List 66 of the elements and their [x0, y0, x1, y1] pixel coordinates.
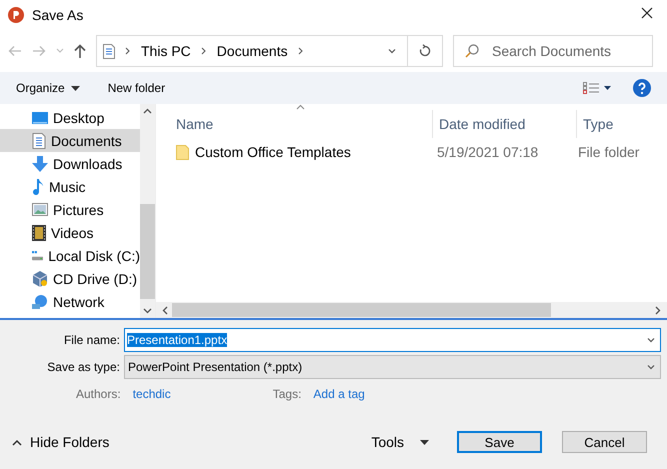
refresh-icon [418, 44, 432, 58]
up-arrow-icon[interactable] [74, 44, 86, 58]
monitor-icon [32, 110, 48, 124]
file-type-dropdown[interactable]: PowerPoint Presentation (*.pptx) [124, 355, 661, 379]
chevron-down-icon [646, 335, 656, 345]
breadcrumb[interactable]: Documents [216, 43, 288, 59]
scrollbar[interactable] [140, 104, 155, 318]
breadcrumb[interactable]: This PC [141, 43, 191, 59]
sidebar-item[interactable]: Network [0, 290, 140, 313]
sidebar-item[interactable]: Documents [0, 129, 140, 152]
sidebar-item[interactable]: Music [0, 175, 140, 198]
dialog-button[interactable]: Cancel [562, 431, 647, 453]
file-name[interactable]: Custom Office Templates [156, 144, 416, 160]
chevron-right-icon [125, 47, 131, 55]
window-title: Save As [32, 7, 84, 23]
tags-link[interactable]: Add a tag [313, 387, 365, 401]
column-header[interactable]: Type [576, 110, 666, 138]
horizontal-scrollbar[interactable] [156, 302, 667, 318]
sidebar-item[interactable]: CD Drive (D:) [0, 267, 140, 290]
file-name-field[interactable]: Presentation1.pptx [124, 328, 661, 352]
drive-icon [32, 248, 44, 262]
sidebar-item[interactable]: Downloads [0, 152, 140, 175]
column-header[interactable]: Name [156, 110, 432, 138]
organize-menu[interactable]: Organize [16, 81, 80, 95]
search-field[interactable]: Search Documents [453, 35, 653, 67]
type-cell-text: File folder [577, 144, 640, 160]
app-icon [8, 7, 24, 23]
sidebar-item[interactable]: Videos [0, 221, 140, 244]
globe-icon [32, 294, 48, 308]
sidebar-item[interactable]: Desktop [0, 106, 140, 129]
cube-icon [32, 270, 48, 286]
new-folder-button[interactable]: New folder [108, 81, 166, 95]
search-icon [465, 44, 479, 58]
tools-menu[interactable]: Tools [365, 433, 435, 451]
scroll-down-icon[interactable] [143, 308, 152, 314]
tags-label: Tags: [272, 387, 302, 401]
caret-icon [420, 440, 429, 444]
chevron-down-icon [646, 362, 656, 372]
film-icon [32, 224, 46, 240]
scroll-left-icon[interactable] [162, 306, 168, 314]
chevron-right-icon [200, 47, 207, 55]
date-cell-text: 5/19/2021 07:18 [436, 144, 540, 160]
chevron-up-icon [12, 438, 22, 446]
document-icon [103, 44, 115, 58]
chevron-right-icon [298, 47, 304, 55]
column-header[interactable]: Date modified [432, 110, 576, 138]
help-icon[interactable] [633, 79, 651, 97]
music-note-icon [32, 178, 44, 194]
authors-label: Authors: [76, 387, 121, 401]
sidebar-item[interactable]: Pictures [0, 198, 140, 221]
document-icon [32, 132, 46, 148]
sidebar-item[interactable]: Local Disk (C:) [0, 244, 140, 267]
hide-folders-button[interactable]: Hide Folders [12, 434, 110, 450]
view-options-icon[interactable] [583, 82, 611, 94]
scroll-up-icon[interactable] [143, 108, 152, 114]
dialog-button[interactable]: Save [457, 431, 542, 453]
field-label: File name: [62, 333, 120, 347]
field-label: Save as type: [46, 360, 120, 374]
authors-link[interactable]: techdic [132, 387, 171, 401]
chevron-down-icon [387, 46, 397, 56]
folder-icon [176, 144, 189, 160]
caret-icon [70, 86, 80, 90]
landscape-icon [32, 203, 48, 216]
scroll-right-icon[interactable] [655, 306, 661, 314]
down-arrow-icon [32, 156, 48, 172]
address-bar[interactable]: This PC Documents [96, 35, 443, 67]
